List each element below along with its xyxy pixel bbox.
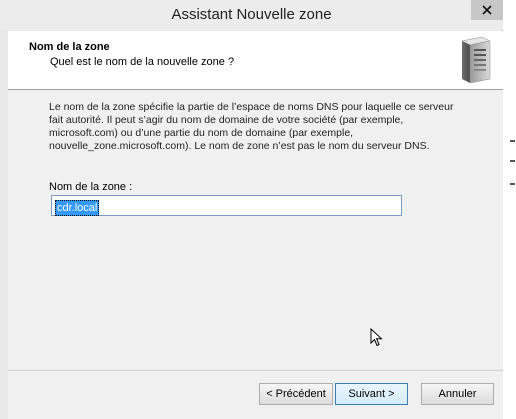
- close-icon: [482, 5, 492, 15]
- background-window-mark: [510, 140, 515, 142]
- window-title: Assistant Nouvelle zone: [171, 6, 332, 23]
- new-zone-wizard-dialog: Assistant Nouvelle zone Nom de la zone Q…: [0, 0, 503, 419]
- close-button[interactable]: [471, 0, 503, 20]
- next-button[interactable]: Suivant >: [335, 383, 408, 405]
- mouse-cursor-icon: [370, 328, 383, 347]
- server-icon: [461, 36, 491, 84]
- screen: Assistant Nouvelle zone Nom de la zone Q…: [0, 0, 516, 419]
- description-text: Le nom de la zone spécifie la partie de …: [49, 101, 454, 152]
- cancel-button[interactable]: Annuler: [421, 383, 494, 405]
- wizard-content: Le nom de la zone spécifie la partie de …: [8, 90, 503, 370]
- zone-name-label: Nom de la zone :: [49, 181, 133, 193]
- background-window-mark: [510, 183, 515, 185]
- title-bar[interactable]: Assistant Nouvelle zone: [0, 0, 503, 30]
- zone-name-input[interactable]: cdr.local: [51, 195, 402, 216]
- page-subtitle: Quel est le nom de la nouvelle zone ?: [50, 56, 235, 68]
- page-title: Nom de la zone: [29, 41, 110, 53]
- previous-button[interactable]: < Précédent: [259, 383, 333, 405]
- zone-name-value: cdr.local: [55, 200, 100, 216]
- wizard-header: Nom de la zone Quel est le nom de la nou…: [8, 31, 503, 90]
- background-window-mark: [510, 160, 515, 162]
- wizard-footer: < Précédent Suivant > Annuler: [8, 371, 503, 419]
- background-window-edge: [503, 0, 516, 419]
